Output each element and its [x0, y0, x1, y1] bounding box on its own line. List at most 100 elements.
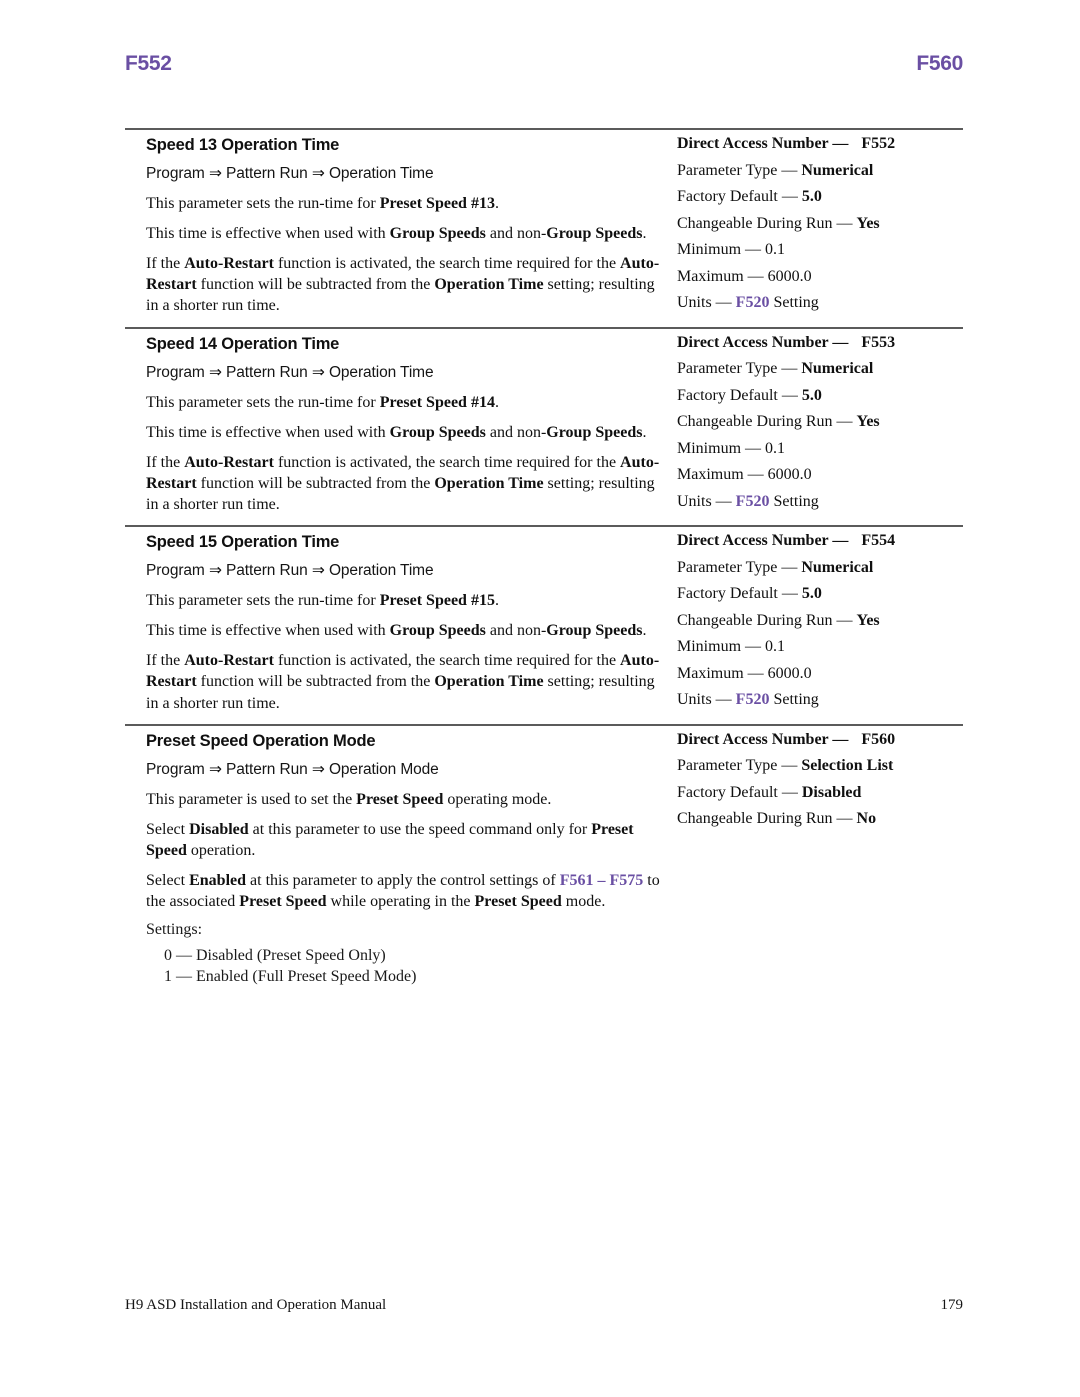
spec-label: Parameter Type — [677, 558, 778, 576]
description-paragraph: This parameter sets the run-time for Pre… — [146, 393, 499, 411]
breadcrumb: Program ⇒ Pattern Run ⇒ Operation Time — [146, 363, 434, 381]
section-description-column: Speed 13 Operation Time Program ⇒ Patter… — [125, 136, 670, 317]
spec-row-units: Units — F520 Setting — [677, 492, 819, 510]
section-description-column: Speed 14 Operation Time Program ⇒ Patter… — [125, 335, 670, 516]
parameter-reference-link[interactable]: F520 — [736, 691, 770, 708]
parameter-section: Speed 14 Operation Time Program ⇒ Patter… — [125, 317, 963, 516]
section-spec-column: Direct Access Number — F552 Parameter Typ… — [670, 136, 963, 311]
parameter-section: Speed 15 Operation Time Program ⇒ Patter… — [125, 515, 963, 714]
breadcrumb: Program ⇒ Pattern Run ⇒ Operation Time — [146, 165, 434, 182]
section-spec-column: Direct Access Number — F560 Parameter Typ… — [670, 730, 963, 828]
spec-value: 6000.0 — [767, 664, 812, 682]
spec-value: F520 Setting — [735, 492, 819, 510]
spec-row-factory-default: Factory Default — 5.0 — [677, 585, 822, 603]
spec-row-changeable-during-run: Changeable During Run — No — [677, 810, 877, 828]
spec-value: 5.0 — [801, 188, 822, 205]
breadcrumb: Program ⇒ Pattern Run ⇒ Operation Time — [146, 562, 434, 580]
spec-row-minimum: Minimum — 0.1 — [677, 241, 786, 258]
parameter-reference-link[interactable]: F561 — [560, 872, 594, 889]
running-header: F552 F560 — [125, 52, 963, 76]
settings-item: 0 — Disabled (Preset Speed Only) — [164, 947, 386, 965]
spec-value: 0.1 — [765, 439, 786, 457]
spec-value: Yes — [856, 214, 880, 232]
section-title: Speed 14 Operation Time — [146, 334, 340, 353]
spec-row-minimum: Minimum — 0.1 — [677, 439, 786, 457]
spec-row-direct-access-number: Direct Access Number — F554 — [677, 532, 896, 550]
spec-value: F560 — [861, 730, 896, 748]
spec-value: F552 — [861, 135, 896, 152]
spec-row-direct-access-number: Direct Access Number — F560 — [677, 730, 896, 748]
running-header-right: F560 — [916, 52, 963, 75]
description-paragraph: This parameter is used to set the Preset… — [146, 790, 552, 808]
spec-value: F520 Setting — [735, 691, 819, 709]
spec-label: Direct Access Number — [677, 532, 829, 550]
parameter-reference-link[interactable]: F520 — [736, 294, 770, 311]
spec-value: F553 — [861, 333, 896, 351]
spec-label: Maximum — [677, 466, 744, 484]
spec-row-units: Units — F520 Setting — [677, 294, 819, 311]
spec-label: Factory Default — [677, 783, 778, 801]
spec-label: Parameter Type — [677, 161, 778, 179]
settings-list: 0 — Disabled (Preset Speed Only) 1 — Ena… — [146, 946, 670, 987]
description-paragraph: This time is effective when used with Gr… — [146, 423, 647, 441]
spec-value: Yes — [856, 413, 880, 431]
spec-label: Units — [677, 691, 712, 709]
description-paragraph: If the Auto-Restart function is activate… — [146, 652, 660, 712]
page-footer: H9 ASD Installation and Operation Manual… — [125, 1297, 963, 1314]
parameter-reference-link[interactable]: F575 — [610, 872, 644, 889]
spec-value: 6000.0 — [767, 267, 812, 285]
spec-value: Numerical — [801, 161, 874, 179]
spec-row-minimum: Minimum — 0.1 — [677, 638, 786, 656]
parameter-section: Preset Speed Operation Mode Program ⇒ Pa… — [125, 714, 963, 987]
spec-value: 5.0 — [801, 386, 822, 404]
running-header-left: F552 — [125, 52, 172, 75]
document-page: F552 F560 Speed 13 Operation Time Progra… — [0, 0, 1080, 1397]
spec-row-changeable-during-run: Changeable During Run — Yes — [677, 413, 880, 431]
spec-value: F554 — [861, 532, 896, 550]
description-paragraph: Select Disabled at this parameter to use… — [146, 820, 634, 859]
settings-label: Settings: — [146, 921, 203, 939]
section-spec-column: Direct Access Number — F554 Parameter Typ… — [670, 533, 963, 708]
page-content: Speed 13 Operation Time Program ⇒ Patter… — [125, 118, 963, 987]
spec-row-factory-default: Factory Default — Disabled — [677, 783, 862, 801]
spec-label: Direct Access Number — [677, 135, 829, 152]
spec-label: Changeable During Run — [677, 413, 833, 431]
spec-row-maximum: Maximum — 6000.0 — [677, 267, 812, 285]
spec-label: Maximum — [677, 664, 744, 682]
description-paragraph: If the Auto-Restart function is activate… — [146, 255, 660, 315]
spec-row-units: Units — F520 Setting — [677, 691, 819, 709]
spec-label: Factory Default — [677, 188, 778, 205]
spec-row-maximum: Maximum — 6000.0 — [677, 466, 812, 484]
spec-label: Maximum — [677, 267, 744, 285]
spec-row-direct-access-number: Direct Access Number — F553 — [677, 333, 896, 351]
spec-label: Minimum — [677, 439, 742, 457]
spec-label: Minimum — [677, 241, 742, 258]
spec-label: Factory Default — [677, 585, 778, 603]
spec-label: Direct Access Number — [677, 333, 829, 351]
section-description-column: Speed 15 Operation Time Program ⇒ Patter… — [125, 533, 670, 714]
spec-value: 0.1 — [765, 241, 786, 258]
spec-value: Disabled — [801, 783, 862, 801]
footer-manual-title: H9 ASD Installation and Operation Manual — [125, 1297, 387, 1313]
description-paragraph: This parameter sets the run-time for Pre… — [146, 592, 499, 610]
spec-value: 5.0 — [801, 585, 822, 603]
spec-row-factory-default: Factory Default — 5.0 — [677, 386, 822, 404]
footer-page-number: 179 — [940, 1297, 964, 1313]
description-paragraph: This parameter sets the run-time for Pre… — [146, 195, 499, 212]
spec-label: Parameter Type — [677, 360, 778, 378]
parameter-reference-link[interactable]: F520 — [736, 493, 770, 510]
spec-value: 0.1 — [765, 638, 786, 656]
section-title: Preset Speed Operation Mode — [146, 731, 376, 750]
spec-row-parameter-type: Parameter Type — Numerical — [677, 360, 874, 378]
description-paragraph: This time is effective when used with Gr… — [146, 225, 647, 243]
spec-label: Units — [677, 294, 712, 311]
spec-row-direct-access-number: Direct Access Number — F552 — [677, 135, 896, 152]
description-paragraph: Select Enabled at this parameter to appl… — [146, 871, 660, 911]
description-paragraph: This time is effective when used with Gr… — [146, 622, 647, 640]
section-description-column: Preset Speed Operation Mode Program ⇒ Pa… — [125, 732, 670, 987]
spec-row-maximum: Maximum — 6000.0 — [677, 664, 812, 682]
settings-item: 1 — Enabled (Full Preset Speed Mode) — [164, 967, 417, 985]
spec-label: Direct Access Number — [677, 730, 829, 748]
spec-label: Minimum — [677, 638, 742, 656]
spec-value: 6000.0 — [767, 466, 812, 484]
